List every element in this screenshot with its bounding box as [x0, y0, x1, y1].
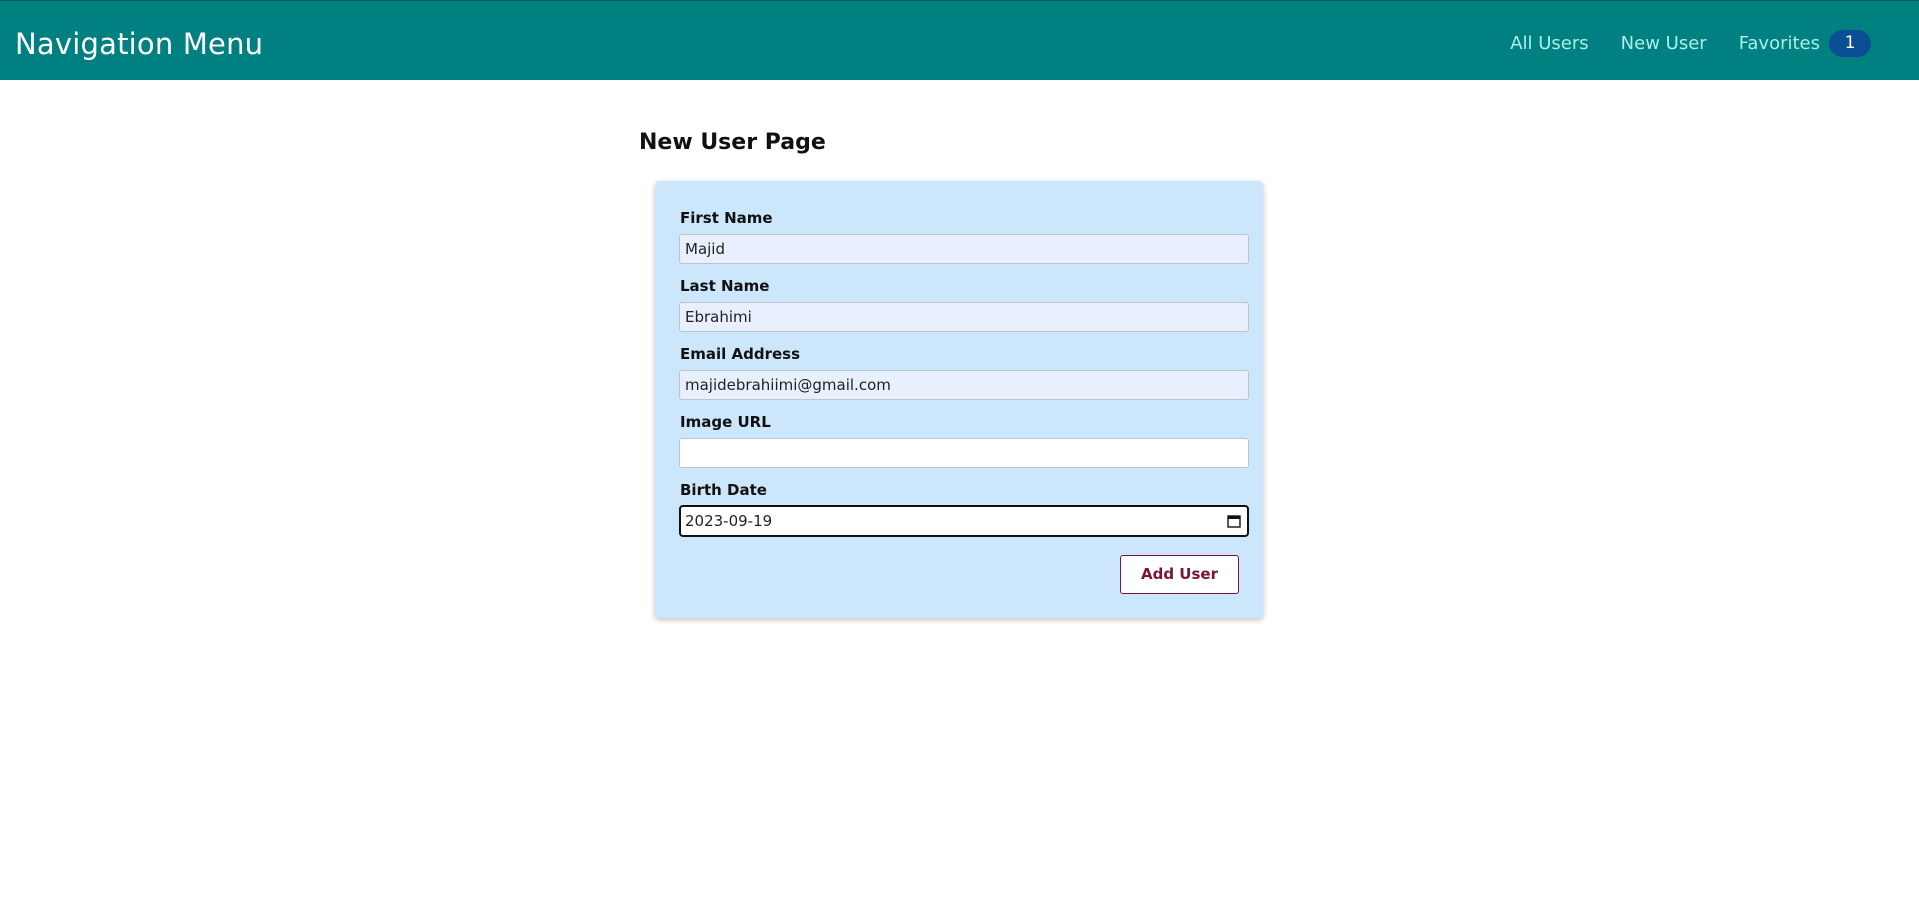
nav-link-favorites[interactable]: Favorites 1 [1738, 29, 1871, 57]
nav-links: All Users New User Favorites 1 [1478, 28, 1871, 58]
add-user-button[interactable]: Add User [1120, 555, 1239, 594]
new-user-form: First Name Last Name Email Address Image… [655, 181, 1263, 618]
nav-link-all-users[interactable]: All Users [1510, 33, 1588, 54]
first-name-label: First Name [680, 209, 773, 227]
email-label: Email Address [680, 345, 801, 363]
birth-date-label: Birth Date [680, 481, 767, 499]
last-name-label: Last Name [680, 277, 770, 295]
first-name-input[interactable] [679, 234, 1249, 264]
navbar: Navigation Menu All Users New User Favor… [0, 0, 1919, 80]
birth-date-input[interactable]: 2023-09-19 [679, 505, 1249, 537]
favorites-count-badge: 1 [1829, 29, 1871, 57]
email-input[interactable] [679, 370, 1249, 400]
image-url-label: Image URL [680, 413, 771, 431]
last-name-input[interactable] [679, 302, 1249, 332]
image-url-input[interactable] [679, 438, 1249, 468]
calendar-icon[interactable] [1227, 514, 1241, 528]
brand-title[interactable]: Navigation Menu [15, 24, 263, 64]
nav-link-favorites-label: Favorites [1738, 32, 1820, 54]
page-title: New User Page [639, 130, 826, 155]
birth-date-value: 2023-09-19 [685, 512, 773, 530]
nav-link-new-user[interactable]: New User [1621, 33, 1707, 54]
